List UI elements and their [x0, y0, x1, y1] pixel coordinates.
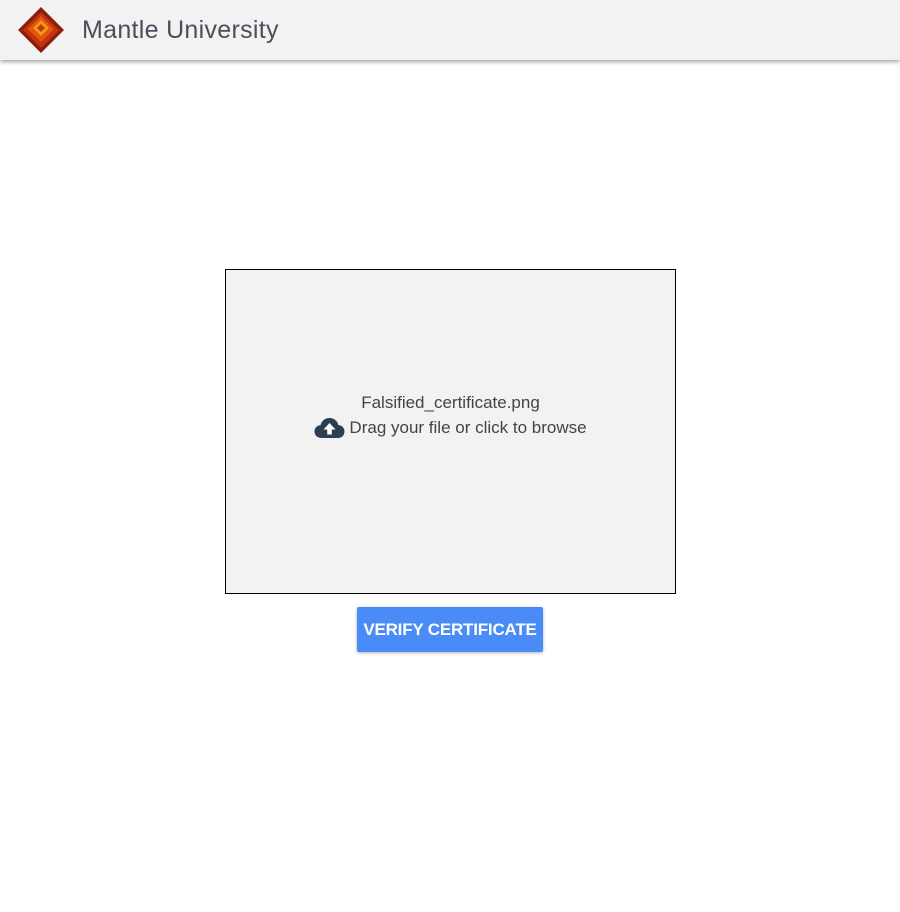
app-title: Mantle University — [82, 16, 279, 44]
diamond-logo-icon — [16, 5, 66, 55]
app-header: Mantle University — [0, 0, 900, 60]
cloud-upload-icon — [314, 417, 345, 439]
selected-file-name: Falsified_certificate.png — [361, 393, 540, 412]
verify-certificate-button[interactable]: VERIFY CERTIFICATE — [357, 607, 543, 652]
drop-hint-text: Drag your file or click to browse — [349, 418, 587, 437]
file-dropzone[interactable]: Falsified_certificate.png Drag your file… — [225, 269, 676, 594]
drop-hint: Drag your file or click to browse — [226, 416, 675, 440]
